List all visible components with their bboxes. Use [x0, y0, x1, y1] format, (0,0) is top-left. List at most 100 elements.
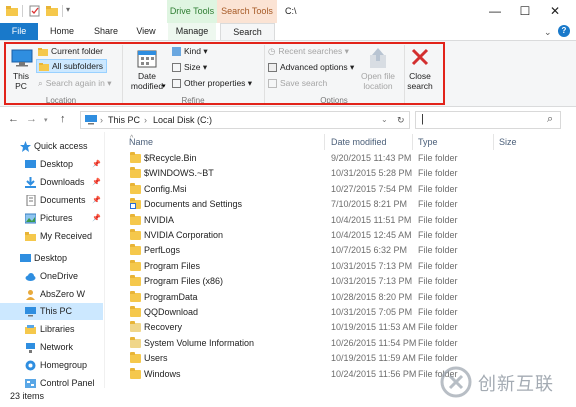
- address-bar[interactable]: › This PC › Local Disk (C:) ⌄ ↻: [80, 111, 410, 129]
- window-title: C:\: [285, 6, 297, 16]
- nav-label: Libraries: [40, 324, 75, 334]
- pin-icon[interactable]: 📌: [92, 192, 101, 209]
- file-date-modified: 7/10/2015 8:21 PM: [331, 199, 408, 210]
- nav-item-libraries[interactable]: Libraries: [0, 321, 103, 338]
- back-icon[interactable]: ←: [8, 113, 19, 125]
- nav-label: Network: [40, 342, 74, 352]
- close-window-button[interactable]: ✕: [540, 0, 570, 23]
- file-type: File folder: [418, 245, 458, 256]
- folder-shortcut-icon: [130, 198, 141, 210]
- file-type: File folder: [418, 307, 458, 317]
- table-row[interactable]: Recovery 10/19/2015 11:53 AM File folder: [106, 320, 576, 335]
- table-row[interactable]: NVIDIA Corporation 10/4/2015 12:45 AM File…: [106, 228, 576, 243]
- table-row[interactable]: $WINDOWS.~BT 10/31/2015 5:28 PM File folde…: [106, 166, 576, 181]
- new-folder-icon[interactable]: [46, 5, 58, 17]
- table-row[interactable]: QQDownload 10/31/2015 7:05 PM File folder: [106, 305, 576, 320]
- download-icon: [25, 177, 36, 188]
- up-icon[interactable]: ↑: [60, 113, 66, 125]
- tab-view[interactable]: View: [128, 23, 164, 40]
- breadcrumb-chevron-icon[interactable]: ›: [144, 112, 147, 128]
- pin-icon[interactable]: 📌: [92, 210, 101, 227]
- tab-home[interactable]: Home: [42, 23, 82, 40]
- table-row[interactable]: $Recycle.Bin 9/20/2015 11:43 PM File folde…: [106, 151, 576, 166]
- nav-item-user[interactable]: AbsZero W: [0, 286, 103, 303]
- file-date-modified: 10/19/2015 11:59 AM: [331, 353, 416, 364]
- refresh-icon[interactable]: ↻: [397, 112, 405, 128]
- folder-icon: [130, 152, 141, 163]
- ribbon-collapse-icon[interactable]: ⌄: [544, 27, 552, 38]
- file-date-modified: 9/20/2015 11:43 PM: [331, 153, 412, 163]
- table-row[interactable]: System Volume Information 10/26/2015 11:5…: [106, 336, 576, 351]
- watermark-logo-icon: [440, 366, 472, 398]
- column-header-name[interactable]: Name: [129, 135, 153, 149]
- file-date-modified: 10/28/2015 8:20 PM: [331, 291, 413, 302]
- recent-locations-icon[interactable]: ▾: [44, 115, 48, 127]
- nav-item-desktop[interactable]: Desktop 📌: [0, 156, 103, 173]
- nav-item-homegroup[interactable]: Homegroup: [0, 357, 103, 374]
- column-header-date-modified[interactable]: Date modified: [331, 135, 387, 149]
- nav-label: Pictures: [40, 213, 73, 223]
- maximize-button[interactable]: ☐: [510, 0, 540, 23]
- item-count: 23 items: [10, 391, 45, 401]
- table-row[interactable]: Config.Msi 10/27/2015 7:54 PM File folder: [106, 182, 576, 197]
- folder-icon: [25, 232, 36, 241]
- file-name: $WINDOWS.~BT: [144, 168, 214, 179]
- search-box[interactable]: | ⌕: [415, 111, 561, 129]
- table-row[interactable]: NVIDIA 10/4/2015 11:51 PM File folder: [106, 213, 576, 228]
- breadcrumb-chevron-icon[interactable]: ›: [100, 112, 103, 128]
- folder-icon: [130, 321, 141, 333]
- file-name: Config.Msi: [144, 183, 187, 194]
- table-row[interactable]: Program Files 10/31/2015 7:13 PM File fold…: [106, 259, 576, 274]
- nav-item-onedrive[interactable]: OneDrive: [0, 268, 103, 285]
- nav-item-downloads[interactable]: Downloads 📌: [0, 174, 103, 191]
- folder-icon: [130, 259, 141, 271]
- this-pc-small-icon: [85, 115, 97, 125]
- file-name: Program Files: [144, 260, 201, 271]
- pin-icon[interactable]: 📌: [92, 156, 101, 173]
- nav-item-quick-access[interactable]: Quick access: [0, 138, 103, 155]
- file-type: File folder: [418, 260, 458, 271]
- nav-item-pictures[interactable]: Pictures 📌: [0, 210, 103, 227]
- tab-search[interactable]: Search: [220, 23, 275, 40]
- file-date-modified: 10/26/2015 11:54 PM: [331, 337, 417, 348]
- search-tools-header: Search Tools: [217, 0, 277, 23]
- tab-file[interactable]: File: [0, 23, 38, 40]
- table-row[interactable]: Program Files (x86) 10/31/2015 7:13 PM Fil…: [106, 274, 576, 289]
- pin-icon[interactable]: 📌: [92, 174, 101, 191]
- table-row[interactable]: ProgramData 10/28/2015 8:20 PM File folder: [106, 290, 576, 305]
- address-dropdown-icon[interactable]: ⌄: [381, 112, 388, 128]
- file-name: Users: [144, 353, 168, 364]
- properties-icon[interactable]: [29, 5, 41, 17]
- nav-item-desktop-root[interactable]: Desktop: [0, 250, 103, 267]
- file-type: File folder: [418, 153, 458, 163]
- file-type: File folder: [418, 291, 458, 302]
- breadcrumb-this-pc[interactable]: This PC: [108, 112, 140, 128]
- nav-label: Documents: [40, 195, 86, 205]
- nav-item-network[interactable]: Network: [0, 339, 103, 356]
- watermark-logo: 创新互联: [432, 362, 572, 402]
- drive-tools-header: Drive Tools: [167, 0, 217, 23]
- file-list: ^ Name Date modified Type Size $Recycle.…: [106, 132, 576, 388]
- nav-item-documents[interactable]: Documents 📌: [0, 192, 103, 209]
- title-bar: ▾ Drive Tools Search Tools C:\ — ☐ ✕: [0, 0, 576, 23]
- nav-label: Desktop: [34, 253, 68, 263]
- ribbon-highlight: [4, 42, 445, 105]
- help-icon[interactable]: ?: [558, 25, 570, 37]
- nav-item-my-received[interactable]: My Received: [0, 228, 103, 245]
- file-name: $Recycle.Bin: [144, 153, 197, 163]
- folder-app-icon: [6, 6, 18, 16]
- table-row[interactable]: Documents and Settings 7/10/2015 8:21 PM F…: [106, 197, 576, 212]
- minimize-button[interactable]: —: [480, 0, 510, 23]
- forward-icon[interactable]: →: [26, 113, 37, 125]
- tab-manage[interactable]: Manage: [168, 23, 216, 40]
- tab-share[interactable]: Share: [86, 23, 126, 40]
- search-icon[interactable]: ⌕: [547, 113, 553, 126]
- nav-item-this-pc[interactable]: This PC: [0, 303, 103, 320]
- column-header-type[interactable]: Type: [418, 135, 438, 149]
- table-row[interactable]: PerfLogs 10/7/2015 6:32 PM File folder: [106, 243, 576, 258]
- customize-toolbar-icon[interactable]: ▾: [66, 5, 70, 14]
- network-icon: [26, 343, 35, 353]
- breadcrumb-local-disk[interactable]: Local Disk (C:): [153, 112, 212, 128]
- nav-label: OneDrive: [40, 271, 79, 281]
- column-header-size[interactable]: Size: [499, 135, 517, 149]
